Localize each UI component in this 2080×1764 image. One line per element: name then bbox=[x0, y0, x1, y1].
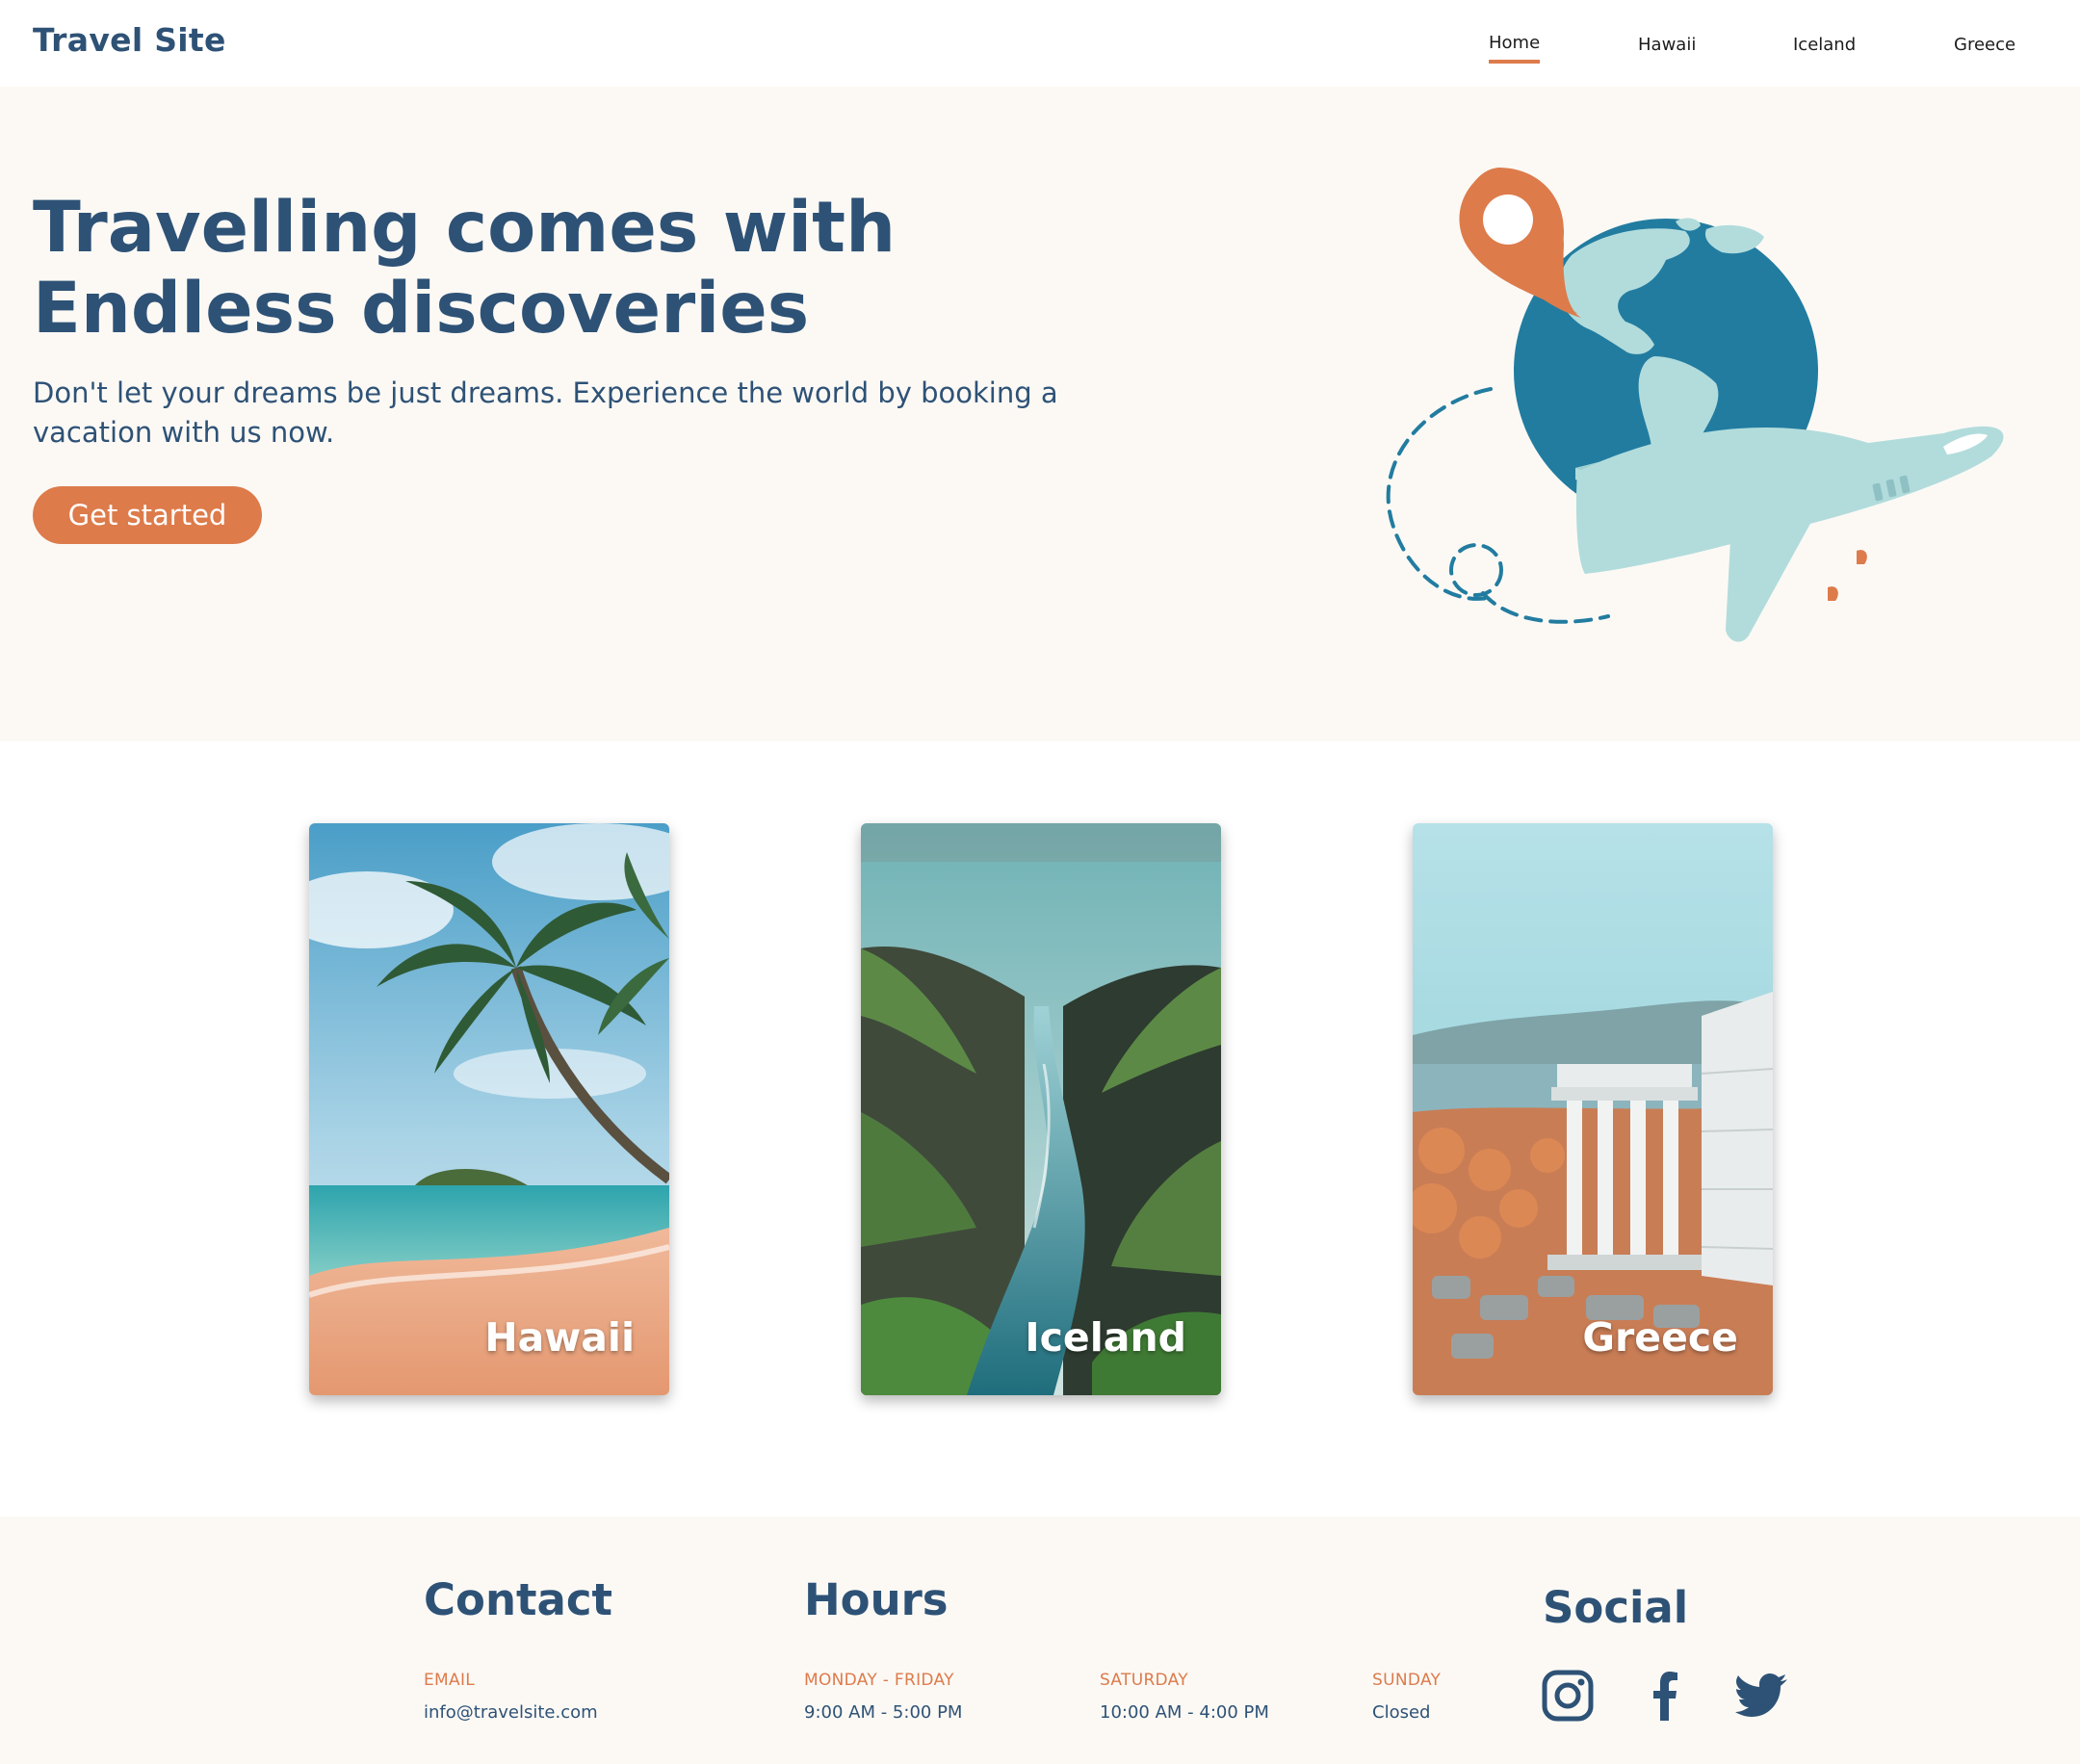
weekday-hours: 9:00 AM - 5:00 PM bbox=[804, 1702, 963, 1723]
travel-illustration bbox=[1386, 168, 2004, 642]
facebook-icon[interactable] bbox=[1639, 1669, 1693, 1723]
email-link[interactable]: info@travelsite.com bbox=[424, 1702, 598, 1723]
canyon-river-photo bbox=[861, 823, 1221, 1395]
nav-hawaii[interactable]: Hawaii bbox=[1638, 35, 1696, 55]
email-label: EMAIL bbox=[424, 1671, 476, 1690]
get-started-button[interactable]: Get started bbox=[33, 486, 262, 544]
social-heading: Social bbox=[1543, 1582, 1689, 1633]
card-label-hawaii: Hawaii bbox=[484, 1314, 635, 1361]
palm-beach-photo bbox=[309, 823, 669, 1395]
destination-card-hawaii[interactable]: Hawaii bbox=[309, 823, 669, 1395]
sunday-label: SUNDAY bbox=[1372, 1671, 1442, 1690]
airplane-icon bbox=[1575, 426, 2004, 642]
footer: Contact EMAIL info@travelsite.com Hours … bbox=[0, 1517, 2080, 1764]
instagram-icon[interactable] bbox=[1541, 1669, 1595, 1723]
map-pin-icon bbox=[1459, 168, 1581, 318]
nav-iceland[interactable]: Iceland bbox=[1793, 35, 1856, 55]
site-logo[interactable]: Travel Site bbox=[33, 21, 226, 59]
weekday-label: MONDAY - FRIDAY bbox=[804, 1671, 954, 1690]
saturday-label: SATURDAY bbox=[1100, 1671, 1188, 1690]
contact-heading: Contact bbox=[424, 1574, 613, 1625]
hero-title-line-2: Endless discoveries bbox=[33, 268, 810, 350]
card-label-greece: Greece bbox=[1582, 1314, 1738, 1361]
nav-home[interactable]: Home bbox=[1489, 33, 1541, 64]
twitter-icon[interactable] bbox=[1735, 1669, 1789, 1723]
hero-title-line-1: Travelling comes with bbox=[33, 187, 897, 269]
card-label-iceland: Iceland bbox=[1025, 1314, 1186, 1361]
hero-subtitle: Don't let your dreams be just dreams. Ex… bbox=[33, 376, 1058, 449]
nav-greece[interactable]: Greece bbox=[1954, 35, 2015, 55]
sunday-hours: Closed bbox=[1372, 1702, 1431, 1723]
top-nav: Travel Site Home Hawaii Iceland Greece bbox=[0, 0, 2080, 87]
temple-ruins-photo bbox=[1413, 823, 1773, 1395]
destination-card-iceland[interactable]: Iceland bbox=[861, 823, 1221, 1395]
hours-heading: Hours bbox=[804, 1574, 949, 1625]
destination-card-greece[interactable]: Greece bbox=[1413, 823, 1773, 1395]
saturday-hours: 10:00 AM - 4:00 PM bbox=[1100, 1702, 1269, 1723]
hero-title: Travelling comes with Endless discoverie… bbox=[33, 188, 996, 350]
